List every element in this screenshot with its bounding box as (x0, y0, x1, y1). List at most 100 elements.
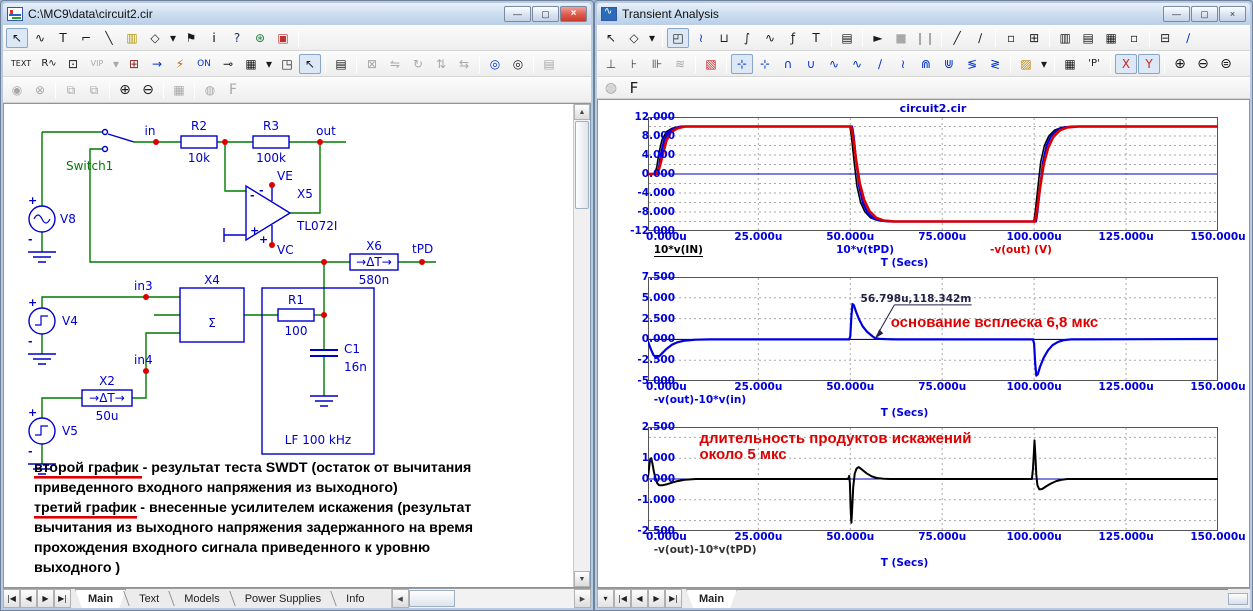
web-icon[interactable]: ⊛ (249, 28, 271, 48)
last-page-button[interactable]: ▶| (665, 589, 682, 608)
legend--v-out-10-v-in-[interactable]: -v(out)-10*v(in) (654, 394, 747, 406)
run-icon[interactable]: ► (867, 28, 889, 48)
legend--v-out-v-[interactable]: -v(out) (V) (990, 244, 1052, 256)
zoom-out-icon[interactable]: ⊖ (137, 80, 159, 100)
global-low-icon[interactable]: ⋓ (938, 54, 960, 74)
h-tag-icon[interactable]: ⊹ (731, 54, 753, 74)
power-icon[interactable]: ⚡ (169, 54, 191, 74)
scale-mode-icon[interactable]: ◰ (667, 28, 689, 48)
ortho-wire-icon[interactable]: ⌐ (75, 28, 97, 48)
zoom-out-icon[interactable]: ⊖ (1192, 54, 1214, 74)
components[interactable] (28, 128, 399, 455)
attributes-icon[interactable]: ▤ (330, 54, 352, 74)
zoom-in-icon[interactable]: ⊕ (114, 80, 136, 100)
shape-dropdown-icon[interactable]: ▾ (167, 28, 179, 48)
plot-canvas[interactable]: 56.798u,118.342m основание всплеска 6,8 м… (648, 277, 1218, 381)
pin-connections-icon[interactable]: ⊸ (217, 54, 239, 74)
numeric-output-icon[interactable]: ▦ (1059, 54, 1081, 74)
wire-mode-icon[interactable]: ∿ (29, 28, 51, 48)
p-key-icon[interactable]: 'P' (1082, 54, 1106, 74)
wave-low-icon[interactable]: ∿ (846, 54, 868, 74)
grid-icon[interactable]: ▦ (240, 54, 262, 74)
select-tool-icon[interactable]: ↖ (6, 28, 28, 48)
wave-high-icon[interactable]: ∿ (823, 54, 845, 74)
plot-canvas[interactable]: длительность продуктов искаженийоколо 5 … (648, 427, 1218, 531)
legend-10-v-in-[interactable]: 10*v(IN) (653, 244, 703, 257)
tag-point-icon[interactable]: ∿ (759, 28, 781, 48)
analysis-titlebar[interactable]: Transient Analysis — ▢ × (597, 3, 1250, 25)
performance-dropdown-icon[interactable]: ▾ (1038, 54, 1050, 74)
tab-main[interactable]: Main (75, 589, 126, 608)
state-icon[interactable]: ON (192, 54, 216, 74)
next-page-button[interactable]: ▶ (648, 589, 665, 608)
vertical-scrollbar[interactable]: ▲ ▼ (573, 104, 590, 587)
slope-tool-icon[interactable]: ∕ (1177, 28, 1199, 48)
shape-group-icon[interactable]: ◇ (623, 28, 645, 48)
cursor-a-icon[interactable]: ⊥ (600, 54, 622, 74)
vertical-scroll-thumb[interactable] (575, 121, 589, 209)
text-attr-icon[interactable]: TEXT (6, 54, 36, 74)
vertical-measure-icon[interactable]: ∫ (736, 28, 758, 48)
tabbar-grip[interactable] (1228, 592, 1248, 605)
properties-icon[interactable]: ▤ (836, 28, 858, 48)
scroll-up-button[interactable]: ▲ (574, 104, 590, 120)
ruler-grid-icon[interactable]: ⊞ (1023, 28, 1045, 48)
inflection-icon[interactable]: ≀ (892, 54, 914, 74)
vlines-pattern-icon[interactable]: ▥ (1054, 28, 1076, 48)
function-f-icon[interactable]: F (623, 78, 645, 98)
cursor-mode-icon[interactable]: ≀ (690, 28, 712, 48)
text-tool-icon[interactable]: T (52, 28, 74, 48)
minimize-button[interactable]: — (504, 6, 531, 22)
info-icon[interactable]: i (203, 28, 225, 48)
diagonal-wire-icon[interactable]: ╲ (98, 28, 120, 48)
scroll-right-button[interactable]: ▶ (574, 589, 591, 608)
flag-icon[interactable]: ⚑ (180, 28, 202, 48)
horizontal-scroll-thumb[interactable] (408, 590, 455, 607)
part-values-icon[interactable]: R∿ (37, 54, 61, 74)
maximize-button[interactable]: ▢ (532, 6, 559, 22)
help-pointer-icon[interactable]: ? (226, 28, 248, 48)
next-page-button[interactable]: ▶ (37, 589, 54, 608)
first-page-button[interactable]: |◀ (3, 589, 20, 608)
color-xy-icon[interactable]: ▧ (700, 54, 722, 74)
prev-page-button[interactable]: ◀ (20, 589, 37, 608)
component-icon[interactable]: ▥ (121, 28, 143, 48)
prev-page-button[interactable]: ◀ (631, 589, 648, 608)
scroll-down-button[interactable]: ▼ (574, 571, 590, 587)
close-button[interactable]: × (560, 6, 587, 22)
vertical-scroll-track[interactable] (574, 210, 590, 571)
slope-tag-icon[interactable]: ∕ (869, 54, 891, 74)
minimize-button[interactable]: — (1163, 6, 1190, 22)
tab-main[interactable]: Main (686, 589, 737, 608)
schematic-canvas[interactable]: R2 10k R3 100k in out Switch1 VE VC - + … (4, 104, 573, 587)
envelope-low-icon[interactable]: ≷ (984, 54, 1006, 74)
find-next-icon[interactable]: ◎ (507, 54, 529, 74)
shape-dropdown-icon[interactable]: ▾ (646, 28, 658, 48)
x-axis-scale-icon[interactable]: X (1115, 54, 1137, 74)
border-icon[interactable]: ◳ (276, 54, 298, 74)
global-high-icon[interactable]: ⋒ (915, 54, 937, 74)
named-toggle-icon[interactable]: ▣ (272, 28, 294, 48)
tab-text[interactable]: Text (127, 589, 171, 608)
shape-group-icon[interactable]: ◇ (144, 28, 166, 48)
legend--v-out-10-v-tpd-[interactable]: -v(out)-10*v(tPD) (654, 544, 757, 556)
plot-select-dropdown[interactable]: ▾ (597, 589, 614, 608)
data-points-icon[interactable]: ▫ (1000, 28, 1022, 48)
go-to-performance-icon[interactable]: ▨ (1015, 54, 1037, 74)
close-button[interactable]: × (1219, 6, 1246, 22)
schematic-titlebar[interactable]: C:\MC9\data\circuit2.cir — ▢ × (3, 3, 591, 25)
scroll-left-button[interactable]: ◀ (391, 589, 409, 608)
tab-models[interactable]: Models (172, 589, 231, 608)
select-tool-icon[interactable]: ↖ (600, 28, 622, 48)
find-icon[interactable]: ◎ (484, 54, 506, 74)
cursor-both-icon[interactable]: ⊪ (646, 54, 668, 74)
horizontal-scroll-track[interactable] (455, 589, 574, 608)
tab-info[interactable]: Info (334, 589, 376, 608)
node-numbers-icon[interactable]: ⊡ (62, 54, 84, 74)
zoom-restore-icon[interactable]: ⊜ (1215, 54, 1237, 74)
v-tag-icon[interactable]: ⊹ (754, 54, 776, 74)
zoom-in-icon[interactable]: ⊕ (1169, 54, 1191, 74)
plot-canvas[interactable] (648, 117, 1218, 231)
current-arrow-icon[interactable]: → (146, 54, 168, 74)
first-page-button[interactable]: |◀ (614, 589, 631, 608)
